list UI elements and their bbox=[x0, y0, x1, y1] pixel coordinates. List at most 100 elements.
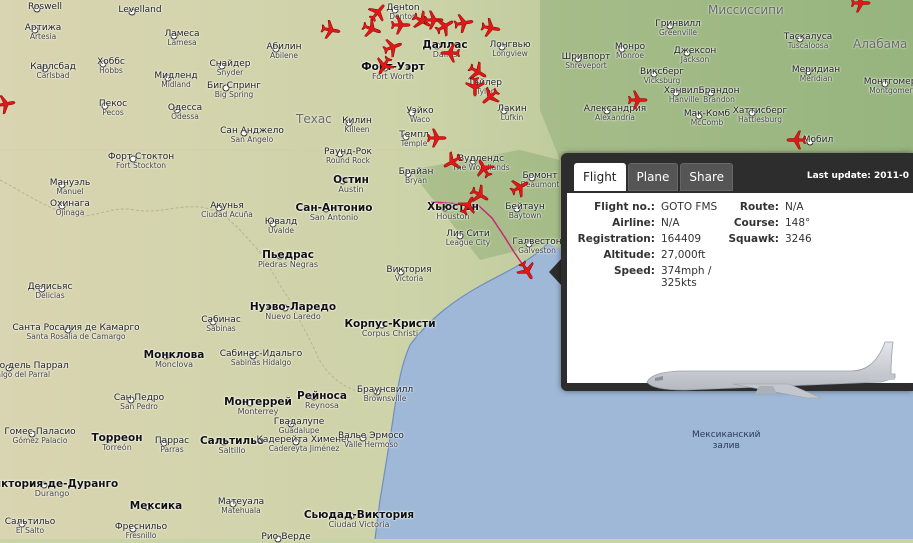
airplane-icon[interactable] bbox=[373, 55, 395, 77]
city-label[interactable]: Меридиан Meridian bbox=[792, 65, 840, 83]
airplane-icon[interactable] bbox=[479, 86, 501, 108]
city-label[interactable]: Форт Стоктон Fort Stockton bbox=[108, 152, 174, 170]
city-label[interactable]: Паррас Parras bbox=[155, 436, 189, 454]
city-label[interactable]: Шривпорт Shreveport bbox=[562, 52, 611, 70]
city-label[interactable]: Остин Austin bbox=[333, 174, 369, 194]
city-label[interactable]: Раунд-Рок Round Rock bbox=[324, 147, 372, 165]
airplane-icon[interactable] bbox=[627, 89, 649, 111]
city-label[interactable]: Браунсвилл Brownsville bbox=[357, 385, 413, 403]
city-label[interactable]: МонтгомериMontgomery bbox=[864, 77, 913, 95]
city-label[interactable]: Сальтильо Saltillo bbox=[200, 435, 264, 455]
city-label[interactable]: Лакин Lufkin bbox=[497, 104, 526, 122]
city-label[interactable]: Сьюдад-Виктория Ciudad Victoria bbox=[304, 509, 414, 530]
city-label[interactable]: Брайан Bryan bbox=[399, 167, 434, 185]
airplane-icon[interactable] bbox=[441, 151, 463, 173]
city-label[interactable]: Фреснильо Fresnillo bbox=[115, 522, 167, 540]
city-label[interactable]: Мак-Комб McComb bbox=[684, 109, 730, 127]
city-label[interactable]: Levelland bbox=[118, 5, 161, 15]
city-label[interactable]: Пекос Pecos bbox=[99, 99, 127, 117]
city-label[interactable]: Корпус-Кристи Corpus Christi bbox=[344, 318, 435, 338]
airplane-icon[interactable] bbox=[480, 17, 502, 39]
city-label[interactable]: Монро Monroe bbox=[615, 42, 645, 61]
city-label[interactable]: Мобил bbox=[803, 135, 833, 145]
city-label[interactable]: Темпл Temple bbox=[399, 130, 428, 148]
city-name-latin: Santa Rosalia de Camargo bbox=[26, 332, 126, 342]
tab-plane[interactable]: Plane bbox=[627, 163, 679, 191]
city-label[interactable]: Мидленд Midland bbox=[154, 71, 197, 89]
city-name-latin: Ciudad Victoria bbox=[328, 520, 390, 530]
airplane-icon[interactable] bbox=[453, 12, 475, 34]
city-label[interactable]: Ламеса Lamesa bbox=[164, 29, 199, 47]
city-label[interactable]: Снайдер Snyder bbox=[209, 59, 250, 77]
city-label[interactable]: Хоббс Hobbs bbox=[97, 57, 125, 75]
city-label[interactable]: Гомес-Паласио Gómez Palacio bbox=[4, 427, 75, 445]
city-label[interactable]: Сабинас Sabinas bbox=[201, 315, 241, 333]
city-label[interactable]: Брандон Brandon bbox=[699, 86, 740, 104]
city-label[interactable]: Монтеррей Monterrey bbox=[224, 396, 292, 416]
city-label[interactable]: Матеуала Matehuala bbox=[218, 497, 264, 515]
city-label[interactable]: Виктория-де-ДурангоDurango bbox=[0, 478, 118, 498]
airplane-icon[interactable] bbox=[390, 14, 412, 36]
speed-label: Speed: bbox=[613, 265, 655, 277]
city-label[interactable]: Виктория Victoria bbox=[386, 265, 431, 283]
city-label[interactable]: Гвадалупе Guadalupe bbox=[274, 417, 325, 435]
tab-share[interactable]: Share bbox=[680, 163, 734, 191]
airplane-icon[interactable] bbox=[426, 127, 448, 149]
city-label[interactable]: Гринвилл Greenville bbox=[655, 19, 701, 38]
airplane-icon[interactable] bbox=[473, 157, 495, 179]
city-label[interactable]: Сан Анджело San Angelo bbox=[220, 126, 284, 144]
airplane-icon[interactable] bbox=[509, 176, 531, 198]
city-name-latin: Greenville bbox=[658, 28, 698, 38]
speed-row: Speed: 374mph /325kts bbox=[571, 265, 712, 289]
airplane-icon[interactable] bbox=[320, 19, 342, 41]
city-label[interactable]: Сан Педро San Pedro bbox=[114, 393, 164, 411]
city-label[interactable]: Сальтильо El Salto bbox=[5, 517, 56, 535]
airplane-icon[interactable] bbox=[367, 1, 389, 23]
city-label[interactable]: Монклова Monclova bbox=[144, 349, 205, 369]
route-row: Route: N/A bbox=[719, 201, 804, 213]
city-label[interactable]: Санта Росалия де Камарго Santa Rosalia de… bbox=[12, 323, 139, 342]
city-label[interactable]: Охинага Ojinaga bbox=[50, 199, 90, 217]
city-label[interactable]: Мексика bbox=[130, 500, 183, 512]
city-label[interactable]: Бейтаун Baytown bbox=[505, 202, 545, 220]
city-label[interactable]: Виксберг Vicksburg bbox=[640, 67, 684, 85]
airplane-icon[interactable] bbox=[785, 129, 807, 151]
city-label[interactable]: Идальго дель ПарралHidalgo del Parral bbox=[0, 361, 69, 379]
city-label[interactable]: Лиг Сити League City bbox=[446, 229, 490, 247]
city-label[interactable]: Хаттисберг Hattiesburg bbox=[733, 106, 788, 124]
city-label[interactable]: Рейноса Reynosa bbox=[297, 390, 347, 410]
gulf-label-line2: залив bbox=[712, 440, 740, 451]
city-label[interactable]: Карлсбад Carlsbad bbox=[30, 62, 76, 80]
city-label[interactable]: Абилин Abilene bbox=[266, 42, 301, 60]
city-name-latin: Torreón bbox=[102, 443, 132, 453]
city-label[interactable]: Акунья Ciudad Acuña bbox=[201, 201, 253, 219]
city-label[interactable]: Биг Спринг Big Spring bbox=[207, 81, 261, 99]
city-name-latin: Monroe bbox=[616, 51, 644, 61]
city-label[interactable]: Сан-Антонио San Antonio bbox=[296, 202, 373, 222]
city-label[interactable]: Ювалд Uvalde bbox=[265, 217, 298, 235]
city-label[interactable]: Roswell bbox=[28, 2, 62, 12]
city-label[interactable]: Одесса Odessa bbox=[168, 103, 202, 121]
city-label[interactable]: Галвестон Galveston bbox=[512, 237, 561, 255]
airplane-icon[interactable] bbox=[457, 194, 479, 216]
tab-flight[interactable]: Flight bbox=[574, 163, 626, 191]
airplane-icon[interactable] bbox=[0, 93, 17, 115]
city-name-latin: Nuevo Laredo bbox=[265, 312, 321, 322]
city-label[interactable]: Рио-Верде bbox=[261, 532, 310, 542]
city-label[interactable]: Килин Killeen bbox=[342, 116, 372, 134]
city-label[interactable]: Пьедрас Piedras Negras bbox=[258, 249, 318, 269]
city-label[interactable]: Уэйко Waco bbox=[406, 106, 433, 124]
city-label[interactable]: Торреон Torreón bbox=[92, 432, 143, 453]
city-label[interactable]: Мануэль Manuel bbox=[50, 178, 91, 196]
airplane-icon[interactable] bbox=[439, 42, 461, 64]
city-label[interactable]: Артижа Artesia bbox=[25, 23, 62, 41]
city-label[interactable]: Делисьяс Delicias bbox=[28, 282, 73, 300]
city-label[interactable]: Валье Эрмосо Valle Hermoso bbox=[338, 431, 404, 449]
city-label[interactable]: Лонгвью Longview bbox=[489, 40, 530, 58]
airplane-icon[interactable] bbox=[850, 0, 872, 14]
city-label[interactable]: Таскалуса Tuscaloosa bbox=[784, 32, 832, 50]
city-label[interactable]: Джексон Jackson bbox=[674, 46, 716, 64]
city-label[interactable]: Сабинас-Идальго Sabinas Hidalgo bbox=[220, 349, 303, 367]
city-label[interactable]: Нуэво-Ларедо Nuevo Laredo bbox=[250, 301, 336, 322]
airplane-icon[interactable] bbox=[516, 260, 538, 282]
